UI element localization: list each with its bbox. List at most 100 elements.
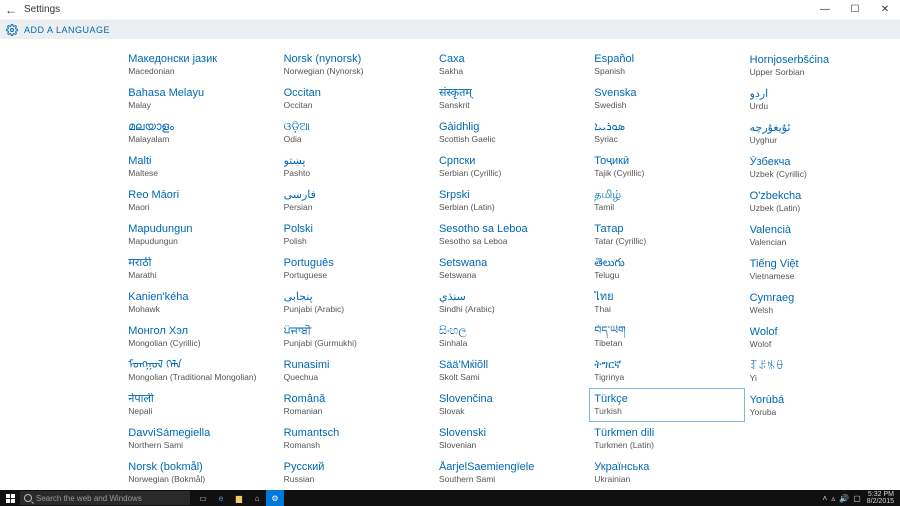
language-item[interactable]: བོད་ཡིགTibetan [589, 320, 744, 354]
language-item[interactable]: اُردوUrdu [745, 83, 900, 117]
back-button[interactable]: ← [0, 3, 22, 17]
language-item[interactable]: СахаSakha [434, 48, 589, 82]
language-item[interactable] [0, 139, 43, 149]
language-item[interactable]: SlovenčinaSlovak [434, 388, 589, 422]
language-item[interactable]: РусскийRussian [279, 456, 434, 490]
language-item[interactable]: தமிழ்Tamil [589, 184, 744, 218]
language-item[interactable]: മലയാളംMalayalam [123, 116, 278, 150]
language-english-label: Punjabi (Gurmukhi) [284, 338, 429, 349]
edge-icon[interactable]: e [212, 490, 230, 506]
language-item[interactable]: سنڌيSindhi (Arabic) [434, 286, 589, 320]
language-item[interactable]: SrpskiSerbian (Latin) [434, 184, 589, 218]
language-native-label: Slovenčina [439, 393, 584, 406]
tray-action-icon[interactable]: ▢ [853, 494, 861, 503]
language-item[interactable]: PortuguêsPortuguese [279, 252, 434, 286]
language-item[interactable]: SvenskaSwedish [589, 82, 744, 116]
store-icon[interactable]: ⌂ [248, 490, 266, 506]
language-item[interactable]: فارسىPersian [279, 184, 434, 218]
language-item[interactable]: ÅarjelSaemiengïeleSouthern Sami [434, 456, 589, 490]
tray-volume-icon[interactable]: 🔊 [839, 494, 849, 503]
language-item[interactable] [0, 169, 43, 179]
language-item[interactable]: గో [0, 49, 43, 72]
language-item[interactable]: ꆈꌠꁱꂷYi [745, 355, 900, 389]
tray-network-icon[interactable]: ▵ [831, 494, 835, 503]
language-item[interactable]: Kanien'kéhaMohawk [123, 286, 278, 320]
language-item[interactable]: WolofWolof [745, 321, 900, 355]
language-item[interactable]: Tiếng ViệtVietnamese [745, 253, 900, 287]
language-item[interactable]: RomânăRomanian [279, 388, 434, 422]
settings-taskbar-icon[interactable]: ⚙ [266, 490, 284, 506]
language-item[interactable]: EspañolSpanish [589, 48, 744, 82]
language-item[interactable]: ᠮᠣᠩᠭᠣᠯ ᠬᠡᠯᠡMongolian (Traditional Mongol… [123, 354, 278, 388]
language-item[interactable]: ไทยThai [589, 286, 744, 320]
language-item[interactable]: HornjoserbšćinaUpper Sorbian [745, 49, 900, 83]
language-item[interactable]: CymraegWelsh [745, 287, 900, 321]
language-item[interactable] [0, 189, 43, 199]
language-item[interactable]: ТоҷикӣTajik (Cyrillic) [589, 150, 744, 184]
language-item[interactable] [0, 149, 43, 159]
language-item[interactable]: සිංහලSinhala [434, 320, 589, 354]
language-item[interactable]: తెలుగుTelugu [589, 252, 744, 286]
language-item[interactable]: O'zbekchaUzbek (Latin) [745, 185, 900, 219]
language-item[interactable]: ଓଡ଼ିଆOdia [279, 116, 434, 150]
language-item[interactable]: YorùbáYoruba [745, 389, 900, 423]
language-item[interactable]: ܣܘܪܝܝܐSyriac [589, 116, 744, 150]
language-item[interactable]: RumantschRomansh [279, 422, 434, 456]
language-item[interactable]: ТатарTatar (Cyrillic) [589, 218, 744, 252]
language-item[interactable]: wandanda [0, 82, 43, 116]
language-item[interactable]: پنجابیPunjabi (Arabic) [279, 286, 434, 320]
page-header: ADD A LANGUAGE [0, 20, 900, 39]
language-item[interactable]: Sää'MќiõllSkolt Sami [434, 354, 589, 388]
language-item[interactable]: ValenciàValencian [745, 219, 900, 253]
language-item[interactable]: संस्कृतम्Sanskrit [434, 82, 589, 116]
language-item[interactable]: SetswanaSetswana [434, 252, 589, 286]
language-item[interactable]: TürkçeTurkish [589, 388, 744, 422]
language-item[interactable]: MaltiMaltese [123, 150, 278, 184]
tray-chevron-icon[interactable]: ˄ [823, 494, 828, 503]
language-item[interactable]: Reo MāoriMaori [123, 184, 278, 218]
language-item[interactable] [0, 159, 43, 169]
language-item[interactable]: SlovenskiSlovenian [434, 422, 589, 456]
language-item[interactable]: नेपालीNepali [123, 388, 278, 422]
language-item[interactable]: Türkmen diliTurkmen (Latin) [589, 422, 744, 456]
language-item[interactable]: پښتوPashto [279, 150, 434, 184]
search-input[interactable]: Search the web and Windows [20, 491, 190, 505]
language-item[interactable]: Sámegiellami [0, 243, 43, 277]
language-item[interactable]: ਪੰਜਾਬੀPunjabi (Gurmukhi) [279, 320, 434, 354]
language-item[interactable] [0, 233, 43, 243]
language-item[interactable]: OccitanOccitan [279, 82, 434, 116]
language-english-label: Telugu [594, 270, 739, 281]
language-item[interactable]: DavviSámegiellaNorthern Sami [123, 422, 278, 456]
language-item[interactable]: ትግርኛTigrinya [589, 354, 744, 388]
clock[interactable]: 5:32 PM 8/2/2015 [865, 491, 896, 505]
language-item[interactable]: MapudungunMapudungun [123, 218, 278, 252]
language-item[interactable]: Norsk (bokmål)Norwegian (Bokmål) [123, 456, 278, 490]
language-item[interactable]: मराठीMarathi [123, 252, 278, 286]
language-item[interactable]: ئۇيغۇرچەUyghur [745, 117, 900, 151]
language-item[interactable]: Norsk (nynorsk)Norwegian (Nynorsk) [279, 48, 434, 82]
language-english-label: Valencian [750, 237, 895, 248]
language-item[interactable]: Bahasa MelayuMalay [123, 82, 278, 116]
taskview-icon[interactable]: ▭ [194, 490, 212, 506]
language-item[interactable] [0, 277, 43, 287]
maximize-button[interactable]: ☐ [840, 0, 870, 20]
explorer-icon[interactable]: ▆ [230, 490, 248, 506]
language-item[interactable]: Монгол ХэлMongolian (Cyrillic) [123, 320, 278, 354]
language-item[interactable]: erbšćinaian [0, 199, 43, 233]
language-item[interactable]: li [0, 116, 43, 139]
language-item[interactable]: Македонски јазикMacedonian [123, 48, 278, 82]
language-item[interactable]: uergeschurgish [0, 287, 43, 321]
minimize-button[interactable]: — [810, 0, 840, 20]
language-item[interactable]: СрпскиSerbian (Cyrillic) [434, 150, 589, 184]
language-item[interactable] [0, 72, 43, 82]
language-item[interactable] [0, 179, 43, 189]
language-item[interactable]: PolskiPolish [279, 218, 434, 252]
close-button[interactable]: ✕ [870, 0, 900, 20]
start-button[interactable] [0, 490, 20, 506]
language-item[interactable]: GàidhligScottish Gaelic [434, 116, 589, 150]
language-item[interactable]: УкраїнськаUkrainian [589, 456, 744, 490]
language-item[interactable]: ЎзбекчаUzbek (Cyrillic) [745, 151, 900, 185]
language-item[interactable]: Sesotho sa LeboaSesotho sa Leboa [434, 218, 589, 252]
language-native-label: Português [284, 257, 429, 270]
language-item[interactable]: RunasimiQuechua [279, 354, 434, 388]
